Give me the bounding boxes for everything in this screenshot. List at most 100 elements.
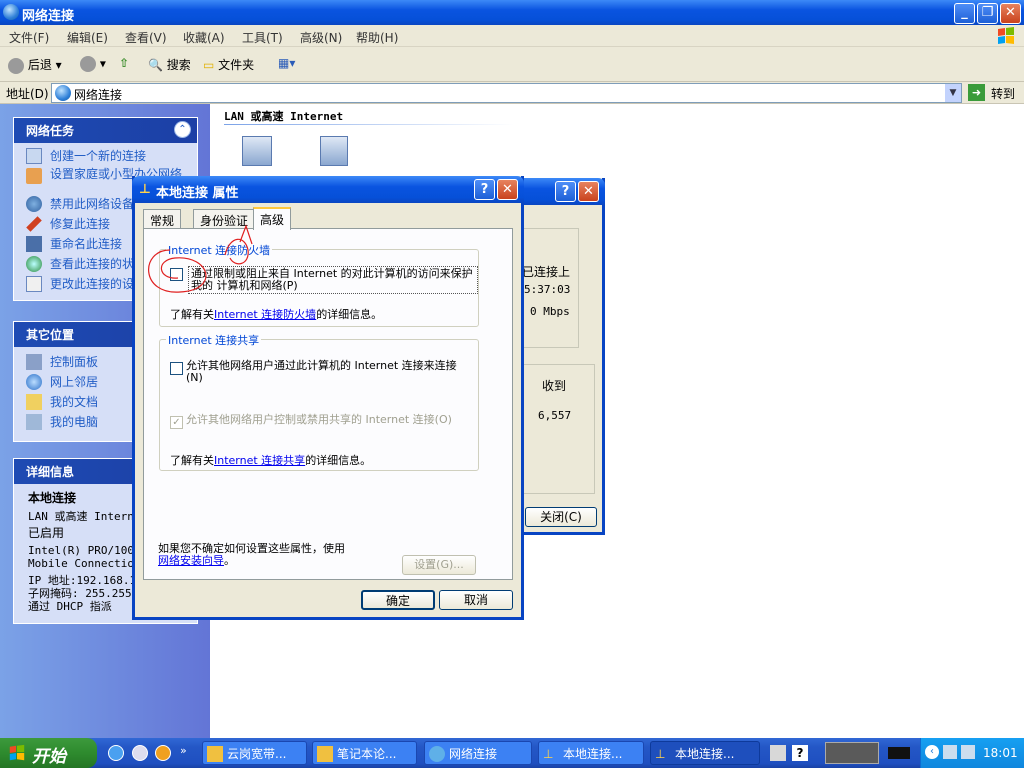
menu-tools[interactable]: 工具(T) bbox=[242, 29, 283, 46]
status-connection: 已连接上 bbox=[522, 265, 571, 279]
taskbar-item[interactable]: 网络连接 bbox=[424, 741, 532, 765]
ics-control-checkbox: ✓ bbox=[170, 416, 183, 429]
disable-icon bbox=[26, 196, 42, 212]
network-icon bbox=[3, 4, 19, 20]
clock[interactable]: 18:01 bbox=[983, 746, 1018, 760]
close-button[interactable]: ✕ bbox=[497, 179, 518, 200]
network-tray-icon[interactable] bbox=[943, 745, 957, 759]
task-create-connection[interactable]: 创建一个新的连接 bbox=[14, 146, 197, 166]
computer-icon bbox=[26, 414, 42, 430]
ok-button[interactable]: 确定 bbox=[361, 590, 435, 610]
network-icon bbox=[55, 85, 71, 101]
forward-arrow-icon bbox=[80, 56, 96, 72]
settings-icon bbox=[26, 276, 42, 292]
windows-logo-icon bbox=[9, 744, 25, 761]
back-arrow-icon bbox=[8, 57, 24, 74]
firewall-help-link[interactable]: Internet 连接防火墙 bbox=[214, 308, 316, 321]
back-button[interactable]: 后退 ▾ bbox=[8, 56, 62, 74]
menu-view[interactable]: 查看(V) bbox=[125, 29, 167, 46]
chevron-icon[interactable]: » bbox=[180, 744, 187, 757]
panel-title: 网络任务 bbox=[14, 118, 197, 143]
window-titlebar: 网络连接 _ ❐ ✕ bbox=[0, 0, 1024, 25]
connection-icon: ⊥ bbox=[139, 182, 151, 197]
window-title: 网络连接 bbox=[22, 9, 75, 24]
control-panel-icon bbox=[26, 354, 42, 370]
address-input[interactable]: 网络连接 ▼ bbox=[51, 83, 962, 103]
cancel-button[interactable]: 取消 bbox=[439, 590, 513, 610]
chevron-down-icon[interactable]: ▼ bbox=[945, 84, 961, 102]
ics-group-label: Internet 连接共享 bbox=[166, 332, 262, 348]
network-icon bbox=[429, 746, 445, 762]
up-folder-icon[interactable]: ⇧ bbox=[119, 56, 129, 70]
minimize-button[interactable]: _ bbox=[954, 3, 975, 24]
menu-file[interactable]: 文件(F) bbox=[9, 29, 49, 46]
keyboard-icon[interactable] bbox=[770, 745, 786, 761]
ics-group: Internet 连接共享 允许其他网络用户通过此计算机的 Internet 连… bbox=[159, 332, 479, 471]
taskbar-item[interactable]: 云岗宽带... bbox=[202, 741, 307, 765]
taskbar: 开始 » 云岗宽带... 笔记本论... 网络连接 ⊥ 本地连接... ⊥ 本地连接… bbox=[0, 738, 1024, 768]
connection-icon: ⊥ bbox=[655, 747, 666, 761]
toolbar: 后退 ▾ ▾ ⇧ 🔍 搜索 ▭ 文件夹 ▦▾ bbox=[0, 47, 1024, 82]
maximize-button[interactable]: ❐ bbox=[977, 3, 998, 24]
chevron-left-icon[interactable]: ‹ bbox=[925, 745, 939, 759]
tab-advanced[interactable]: 高级 bbox=[253, 207, 292, 230]
collapse-icon[interactable]: ⌃ bbox=[174, 121, 191, 138]
settings-button: 设置(G)... bbox=[402, 555, 476, 575]
new-connection-icon bbox=[26, 148, 42, 164]
start-button[interactable]: 开始 bbox=[0, 738, 97, 768]
forward-button[interactable]: ▾ bbox=[80, 56, 106, 72]
status-close-button[interactable]: 关闭(C) bbox=[525, 507, 597, 527]
ics-help-link[interactable]: Internet 连接共享 bbox=[214, 454, 305, 467]
annotation-scribble bbox=[148, 224, 253, 293]
network-tray-icon[interactable] bbox=[961, 745, 975, 759]
menu-advanced[interactable]: 高级(N) bbox=[300, 29, 342, 46]
ics-allow-checkbox[interactable] bbox=[170, 362, 183, 375]
search-button[interactable]: 🔍 搜索 bbox=[148, 56, 191, 73]
menu-help[interactable]: 帮助(H) bbox=[356, 29, 398, 46]
connection-icon[interactable] bbox=[242, 136, 272, 166]
menu-edit[interactable]: 编辑(E) bbox=[67, 29, 108, 46]
close-button[interactable]: ✕ bbox=[1000, 3, 1021, 24]
status-speed: 0 Mbps bbox=[530, 305, 570, 318]
home-network-icon bbox=[26, 168, 42, 184]
connection-icon[interactable] bbox=[320, 136, 348, 166]
status-duration: 5:37:03 bbox=[524, 283, 571, 296]
folders-button[interactable]: ▭ 文件夹 bbox=[203, 56, 254, 73]
section-divider bbox=[224, 124, 514, 125]
connection-icon: ⊥ bbox=[543, 747, 554, 761]
browser-icon[interactable] bbox=[132, 745, 148, 761]
media-icon[interactable] bbox=[155, 745, 171, 761]
taskbar-item-active[interactable]: ⊥ 本地连接... bbox=[650, 741, 760, 765]
go-button[interactable]: ➜ 转到 bbox=[968, 83, 1020, 103]
ics-allow-label[interactable]: 允许其他网络用户通过此计算机的 Internet 连接来连接(N) bbox=[186, 360, 466, 384]
dialog-titlebar: ⊥ 本地连接 属性 ? ✕ bbox=[132, 176, 524, 203]
help-icon[interactable]: ? bbox=[792, 745, 808, 761]
ie-icon[interactable] bbox=[108, 745, 124, 761]
system-tray: ‹ 18:01 bbox=[920, 738, 1024, 768]
menu-bar: 文件(F) 编辑(E) 查看(V) 收藏(A) 工具(T) 高级(N) 帮助(H… bbox=[0, 25, 1024, 47]
network-places-icon bbox=[26, 374, 42, 390]
help-button[interactable]: ? bbox=[474, 179, 495, 200]
windows-logo-icon bbox=[998, 27, 1014, 44]
input-indicator[interactable] bbox=[825, 742, 879, 764]
power-plug-icon[interactable] bbox=[888, 747, 910, 759]
search-icon: 🔍 bbox=[148, 58, 163, 72]
help-button[interactable]: ? bbox=[555, 181, 576, 202]
setup-wizard-link[interactable]: 网络安装向导 bbox=[158, 554, 224, 567]
taskbar-item[interactable]: ⊥ 本地连接... bbox=[538, 741, 644, 765]
section-title: LAN 或高速 Internet bbox=[224, 110, 344, 123]
firewall-info: 了解有关Internet 连接防火墙的详细信息。 bbox=[170, 308, 383, 321]
go-arrow-icon: ➜ bbox=[968, 84, 985, 101]
received-label: 收到 bbox=[542, 379, 567, 393]
views-button[interactable]: ▦▾ bbox=[278, 56, 295, 70]
window-icon bbox=[207, 746, 223, 762]
close-button[interactable]: ✕ bbox=[578, 181, 599, 202]
footer-text: 如果您不确定如何设置这些属性，使用 网络安装向导。 bbox=[158, 542, 345, 567]
ics-info: 了解有关Internet 连接共享的详细信息。 bbox=[170, 454, 372, 467]
repair-icon bbox=[26, 216, 42, 232]
folder-icon: ▭ bbox=[203, 58, 215, 72]
address-label: 地址(D) bbox=[6, 87, 49, 101]
menu-favorites[interactable]: 收藏(A) bbox=[183, 29, 225, 46]
address-bar: 地址(D) 网络连接 ▼ ➜ 转到 bbox=[0, 82, 1024, 104]
taskbar-item[interactable]: 笔记本论... bbox=[312, 741, 417, 765]
